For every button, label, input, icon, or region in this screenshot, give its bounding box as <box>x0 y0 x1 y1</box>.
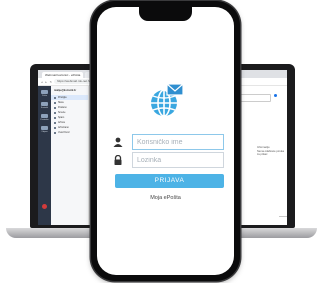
import-icon <box>54 131 56 134</box>
power-icon[interactable] <box>42 204 47 209</box>
archive-icon <box>54 121 56 124</box>
folder-panel: mailpe@korisnik.hr Pristigla Skice Posla… <box>51 86 89 225</box>
sent-icon <box>54 106 56 109</box>
toolbar-control[interactable] <box>239 94 271 102</box>
folder-panel-title: mailpe@korisnik.hr <box>54 89 77 92</box>
app-sidebar: Pošta Kontakti Postavke Odjava <box>38 86 51 225</box>
lock-icon <box>114 155 122 165</box>
globe-envelope-icon <box>151 83 184 117</box>
browser-nav-icons[interactable]: ◂ ▸ ↻ <box>41 80 53 84</box>
sidebar-item-label: Kontakti <box>40 107 49 109</box>
password-input[interactable] <box>137 156 223 164</box>
login-button[interactable]: PRIJAVA <box>115 174 224 188</box>
inbox-icon <box>54 96 56 99</box>
settings-icon[interactable] <box>41 114 48 118</box>
status-dot-icon <box>274 94 277 97</box>
empty-state-text: Informacije Nema odabrane poruke za prik… <box>257 146 287 157</box>
username-field[interactable] <box>132 134 224 150</box>
logout-icon[interactable] <box>41 126 48 130</box>
phone-mockup: PRIJAVA Moja ePošta <box>91 1 240 281</box>
phone-notch <box>139 7 192 21</box>
contacts-icon[interactable] <box>41 102 48 106</box>
draft-icon <box>54 101 56 104</box>
spam-icon <box>54 116 56 119</box>
folder-item[interactable]: Uvoz/Izvoz <box>51 130 88 135</box>
mail-icon[interactable] <box>41 90 48 94</box>
sidebar-item-label: Pošta <box>41 95 48 97</box>
empty-state-message: Nema odabrane poruke za prikaz. <box>257 149 285 157</box>
trash-icon <box>54 111 56 114</box>
folder-label: Uvoz/Izvoz <box>58 131 70 134</box>
sidebar-item-label: Odjava <box>41 131 48 133</box>
user-icon <box>113 137 123 147</box>
username-input[interactable] <box>137 138 223 146</box>
phone-screen: PRIJAVA Moja ePošta <box>97 7 234 275</box>
sidebar-item-label: Postavke <box>40 119 49 121</box>
archive-icon <box>54 126 56 129</box>
password-field[interactable] <box>132 152 224 168</box>
footer-divider <box>279 216 287 217</box>
my-email-link[interactable]: Moja ePošta <box>97 195 234 201</box>
